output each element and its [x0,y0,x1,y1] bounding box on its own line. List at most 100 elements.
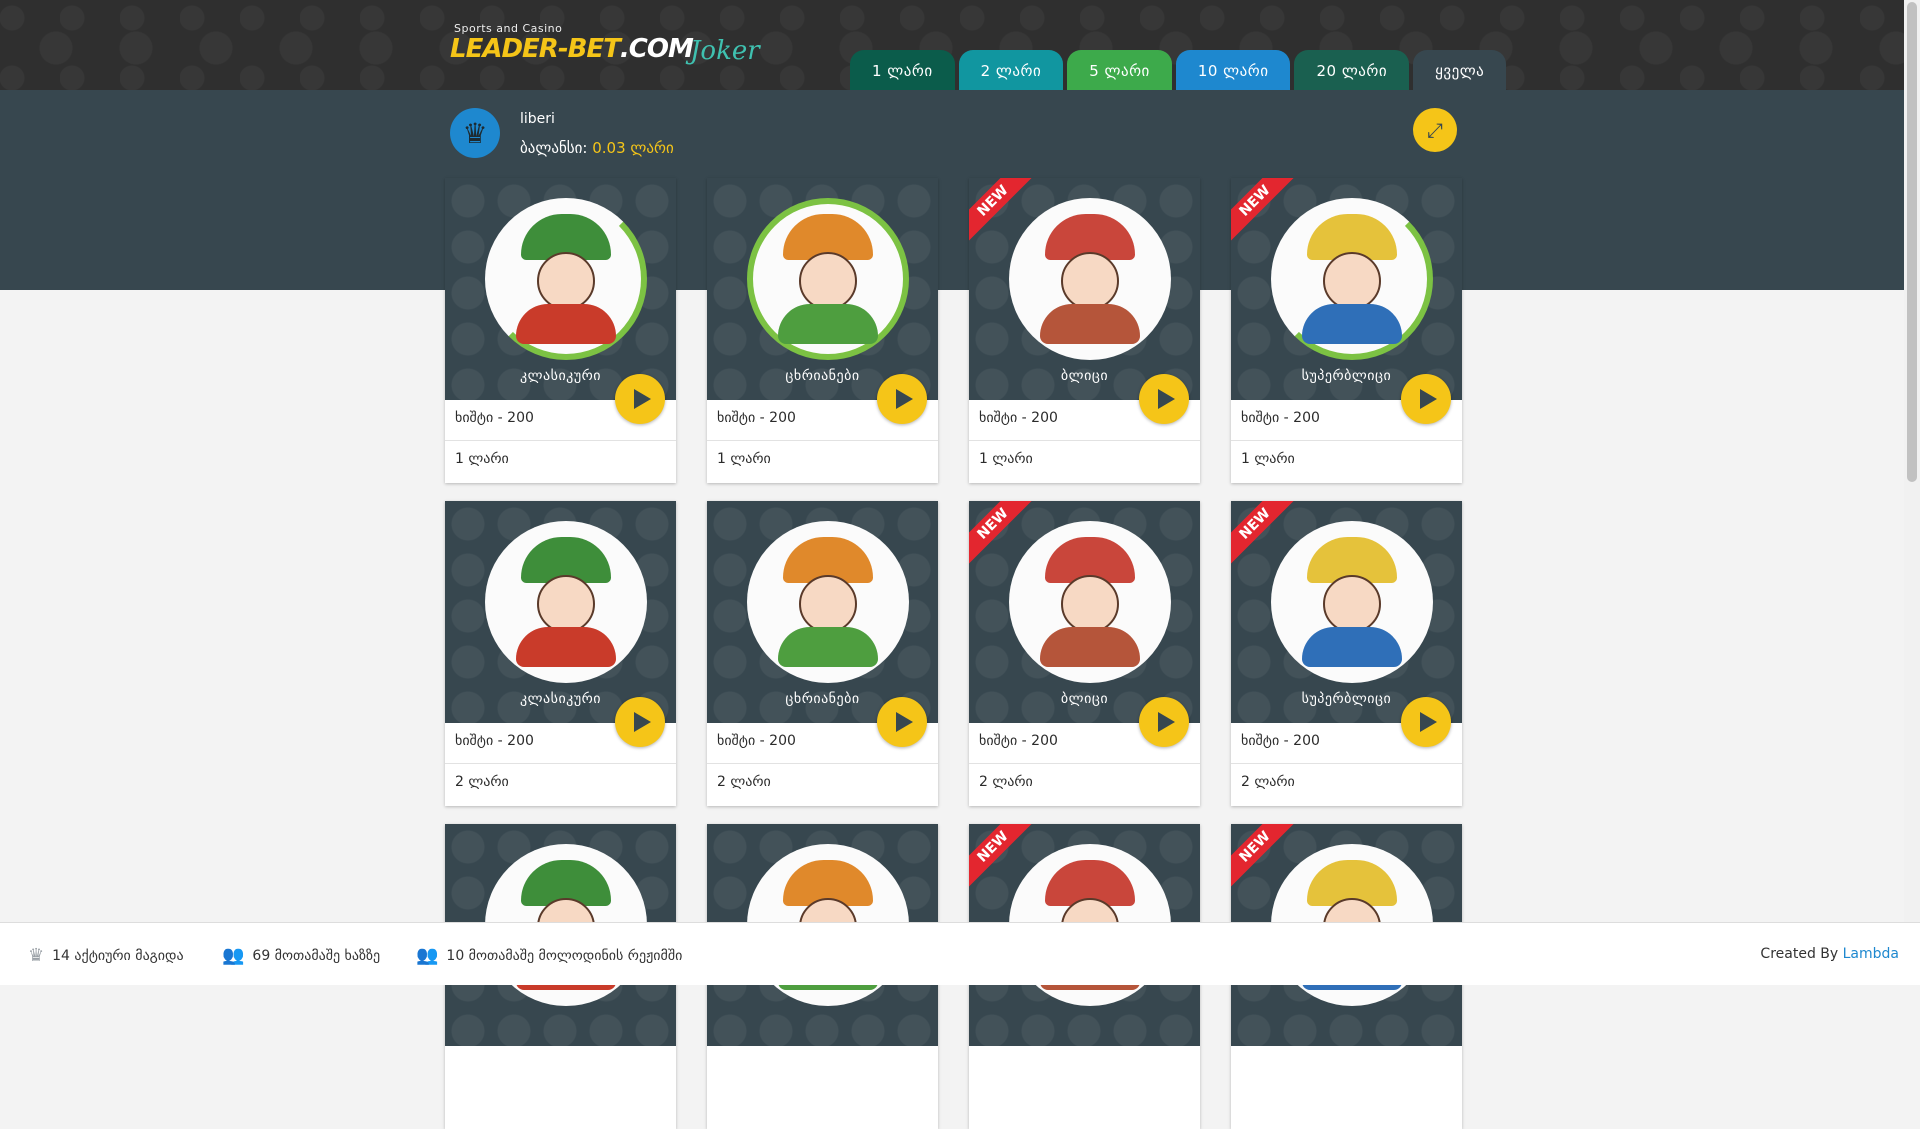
brand-suffix: .COM [619,34,694,64]
credit-prefix: Created By [1760,946,1839,962]
scrollbar[interactable] [1904,0,1920,922]
balance-value: 0.03 ლარი [592,139,674,157]
tab-5-lari[interactable]: 5 ლარი [1067,50,1172,90]
play-button[interactable] [1401,374,1451,424]
game-price: 1 ლარი [979,451,1033,467]
divider [707,763,938,764]
game-capacity: ხიშტი - 200 [717,733,796,749]
jester-body [778,627,878,667]
jester-image [1009,521,1171,683]
game-card[interactable]: ცხრიანები ხიშტი - 200 1 ლარი [707,178,938,483]
jester-face [799,575,857,633]
game-card[interactable]: კლასიკური ხიშტი - 200 2 ლარი [445,501,676,806]
jester-body [1040,627,1140,667]
jester-face [537,575,595,633]
game-card[interactable]: NEW სუპერბლიცი ხიშტი - 200 2 ლარი [1231,501,1462,806]
active-tables-text: 14 აქტიური მაგიდა [52,947,184,964]
tab-all[interactable]: ყველა [1413,50,1507,90]
game-capacity: ხიშტი - 200 [979,410,1058,426]
play-button[interactable] [1139,374,1189,424]
jester-face [537,252,595,310]
jester-figure [1302,537,1402,667]
tab-2-lari[interactable]: 2 ლარი [958,50,1064,90]
jester-image [1009,198,1171,360]
game-card[interactable]: NEW სუპერბლიცი ხიშტი - 200 1 ლარი [1231,178,1462,483]
jester-image [485,198,647,360]
jester-image [747,521,909,683]
game-price: 2 ლარი [1241,774,1295,790]
fullscreen-button[interactable]: ⤢ [1413,108,1457,152]
players-online-text: 69 მოთამაშე ხაზზე [252,947,381,964]
brand-main: LEADER-BET [450,34,621,64]
divider [969,440,1200,441]
divider [445,440,676,441]
user-pair-icon: 👥 [416,945,439,966]
username: liberi [520,111,555,127]
game-capacity: ხიშტი - 200 [455,733,534,749]
jester-body [778,304,878,344]
game-grid: კლასიკური ხიშტი - 200 1 ლარი ცხრიანები ხიშტი… [445,178,1463,1129]
play-button[interactable] [615,697,665,747]
stake-tabs: 1 ლარი 2 ლარი 5 ლარი 10 ლარი 20 ლარი ყვე… [850,50,1507,90]
jester-body [1302,627,1402,667]
crown-group-icon: ♛ [28,945,45,966]
players-online: 👥 69 მოთამაშე ხაზზე [222,945,380,966]
game-price: 2 ლარი [455,774,509,790]
game-price: 1 ლარი [717,451,771,467]
divider [707,440,938,441]
waiting-players: 👥 10 მოთამაშე მოლოდინის რეჟიმში [416,945,682,966]
balance: ბალანსი: 0.03 ლარი [520,139,674,157]
waiting-text: 10 მოთამაშე მოლოდინის რეჟიმში [446,947,683,964]
top-header: Sports and Casino LEADER-BET.COM Joker 1… [0,0,1904,90]
game-card[interactable]: NEW ბლიცი ხიშტი - 200 2 ლარი [969,501,1200,806]
game-price: 1 ლარი [455,451,509,467]
jester-face [1061,252,1119,310]
jester-body [516,304,616,344]
game-capacity: ხიშტი - 200 [1241,410,1320,426]
game-card[interactable]: NEW ბლიცი ხიშტი - 200 1 ლარი [969,178,1200,483]
jester-face [799,252,857,310]
divider [1231,440,1462,441]
credit-link[interactable]: Lambda [1843,946,1899,962]
jester-image [485,521,647,683]
game-capacity: ხიშტი - 200 [1241,733,1320,749]
divider [445,763,676,764]
jester-face [1323,575,1381,633]
jester-figure [516,537,616,667]
game-price: 2 ლარი [979,774,1033,790]
play-button[interactable] [615,374,665,424]
active-tables: ♛ 14 აქტიური მაგიდა [28,945,184,966]
game-card[interactable]: კლასიკური ხიშტი - 200 1 ლარი [445,178,676,483]
tab-1-lari[interactable]: 1 ლარი [850,50,955,90]
tab-20-lari[interactable]: 20 ლარი [1294,50,1410,90]
jester-figure [1040,214,1140,344]
credit: Created By Lambda [1760,946,1899,962]
game-capacity: ხიშტი - 200 [979,733,1058,749]
site-logo[interactable]: Sports and Casino LEADER-BET.COM Joker [450,22,760,66]
footer: ♛ 14 აქტიური მაგიდა 👥 69 მოთამაშე ხაზზე … [0,922,1920,985]
jester-figure [1302,214,1402,344]
play-button[interactable] [1401,697,1451,747]
joker-logo: Joker [690,36,760,66]
play-button[interactable] [877,697,927,747]
jester-body [1302,304,1402,344]
divider [969,763,1200,764]
fullscreen-icon: ⤢ [1427,118,1443,142]
users-icon: 👥 [222,945,245,966]
jester-face [1323,252,1381,310]
game-price: 2 ლარი [717,774,771,790]
jester-figure [778,214,878,344]
jester-figure [516,214,616,344]
tab-10-lari[interactable]: 10 ლარი [1175,50,1291,90]
jester-figure [1040,537,1140,667]
game-capacity: ხიშტი - 200 [455,410,534,426]
scrollbar-thumb[interactable] [1907,2,1917,482]
jester-body [516,627,616,667]
jester-figure [778,537,878,667]
jester-face [1061,575,1119,633]
balance-label: ბალანსი: [520,139,588,157]
play-button[interactable] [1139,697,1189,747]
divider [1231,763,1462,764]
game-card[interactable]: ცხრიანები ხიშტი - 200 2 ლარი [707,501,938,806]
play-button[interactable] [877,374,927,424]
